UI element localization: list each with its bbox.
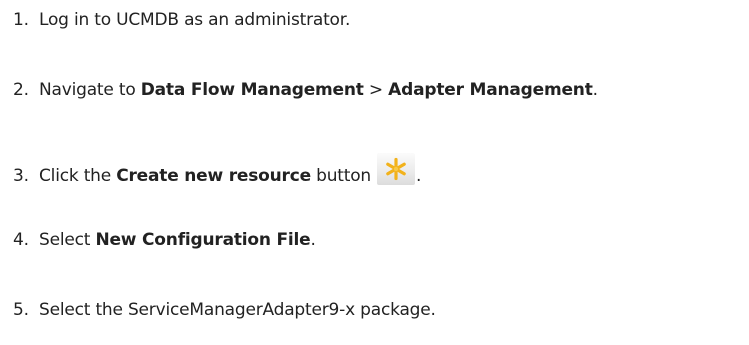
menu-data-flow-management: Data Flow Management [140, 80, 364, 100]
step-2: 2. Navigate to Data Flow Management > Ada… [13, 79, 598, 101]
step-1: 1. Log in to UCMDB as an administrator. [13, 9, 350, 31]
step-number: 5. [13, 300, 29, 320]
step-4: 4. Select New Configuration File. [13, 229, 316, 251]
asterisk-new-icon [377, 153, 415, 185]
step-text-suffix: . [310, 230, 316, 250]
step-text-prefix: Click the [39, 166, 117, 186]
step-text-middle: button [310, 166, 371, 186]
step-number: 2. [13, 80, 29, 100]
asterisk-icon-graphic [386, 157, 406, 181]
procedure-steps: 1. Log in to UCMDB as an administrator. 2… [0, 0, 749, 345]
step-number: 4. [13, 230, 29, 250]
step-5: 5. Select the ServiceManagerAdapter9-x pa… [13, 299, 436, 321]
step-text-prefix: Navigate to [39, 80, 141, 100]
option-new-configuration-file: New Configuration File [95, 230, 311, 250]
button-name-create-new-resource: Create new resource [116, 166, 311, 186]
path-separator: > [363, 80, 389, 100]
step-text-suffix: . [416, 166, 422, 186]
step-3: 3. Click the Create new resource button . [13, 153, 421, 187]
step-number: 1. [13, 10, 29, 30]
step-number: 3. [13, 166, 29, 186]
step-text: Select the ServiceManagerAdapter9-x pack… [39, 300, 436, 320]
step-text-suffix: . [592, 80, 598, 100]
step-text-prefix: Select [39, 230, 96, 250]
menu-adapter-management: Adapter Management [388, 80, 593, 100]
step-text: Log in to UCMDB as an administrator. [39, 10, 351, 30]
